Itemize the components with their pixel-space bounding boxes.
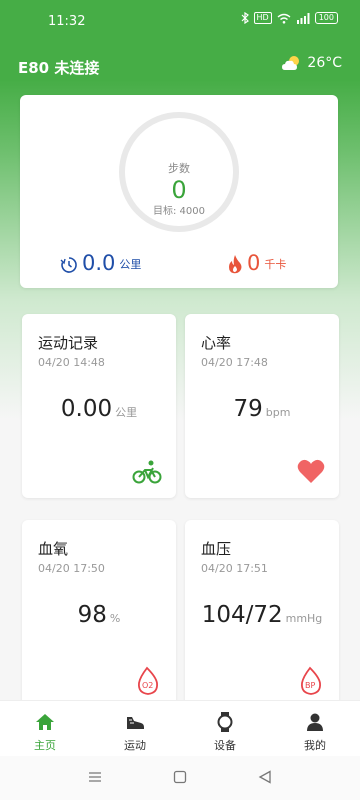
status-time: 11:32 — [48, 14, 86, 29]
battery-indicator: 100 — [314, 12, 338, 24]
calories-unit: 千卡 — [264, 258, 287, 271]
system-nav-bar — [0, 756, 360, 800]
tab-label: 主页 — [34, 739, 56, 752]
distance-value: 0.0 — [82, 251, 116, 275]
tile-title: 运动记录 — [38, 334, 99, 352]
calories-value: 0 — [247, 251, 261, 275]
tab-label: 设备 — [214, 739, 236, 752]
tile-value-number: 98 — [77, 602, 107, 628]
blood-oxygen-card[interactable]: 血氧 04/20 17:50 98% O2 — [22, 520, 176, 710]
watch-icon — [217, 712, 233, 732]
weather[interactable]: 26°C — [281, 55, 342, 71]
tile-value: 104/72 mmHg — [185, 602, 339, 628]
blood-oxygen-icon: O2 — [138, 666, 158, 695]
heart-icon — [297, 459, 325, 483]
tile-title: 血压 — [201, 540, 232, 558]
tab-device[interactable]: 设备 — [180, 701, 270, 757]
wifi-icon — [277, 13, 291, 24]
flame-icon — [229, 255, 242, 274]
status-icons: HD 100 — [241, 12, 338, 24]
tile-time: 04/20 17:48 — [201, 356, 268, 369]
heart-rate-card[interactable]: 心率 04/20 17:48 79 bpm — [185, 314, 339, 498]
activity-summary-card[interactable]: 步数 0 目标: 4000 0.0 公里 0 千卡 — [20, 95, 338, 288]
temperature: 26°C — [307, 55, 342, 71]
tile-value-unit: % — [109, 612, 121, 625]
person-icon — [307, 713, 323, 731]
bicycle-icon — [132, 460, 162, 484]
tab-sport[interactable]: 运动 — [90, 701, 180, 757]
bottom-tab-bar: 主页 运动 设备 我的 — [0, 700, 360, 757]
tile-value-number: 104/72 — [201, 602, 283, 628]
partly-cloudy-icon — [282, 56, 300, 70]
tile-value-unit: 公里 — [115, 406, 138, 419]
status-bar: 11:32 HD 100 — [0, 0, 360, 44]
tab-label: 我的 — [304, 739, 326, 752]
app-header: E80 未连接 26°C — [18, 55, 342, 79]
blood-pressure-card[interactable]: 血压 04/20 17:51 104/72 mmHg BP — [185, 520, 339, 710]
tile-value: 98% — [22, 602, 176, 628]
distance-unit: 公里 — [119, 258, 142, 271]
signal-icon — [296, 12, 310, 24]
tile-value-number: 0.00 — [60, 396, 113, 422]
tile-value: 79 bpm — [185, 396, 339, 422]
exercise-record-card[interactable]: 运动记录 04/20 14:48 0.00 公里 — [22, 314, 176, 498]
back-icon[interactable] — [258, 770, 272, 784]
distance-icon — [60, 257, 77, 273]
network-badge: HD — [253, 12, 272, 24]
home-button-icon[interactable] — [173, 770, 187, 784]
tile-value-number: 79 — [233, 396, 263, 422]
tile-value-unit: mmHg — [285, 612, 323, 625]
distance-stat: 0.0 公里 — [60, 253, 141, 274]
tile-value-unit: bpm — [265, 406, 291, 419]
tile-value: 0.00 公里 — [22, 396, 176, 422]
steps-ring: 步数 0 目标: 4000 — [119, 112, 239, 232]
bluetooth-icon — [241, 12, 249, 24]
tab-home[interactable]: 主页 — [0, 701, 90, 757]
tile-time: 04/20 17:50 — [38, 562, 105, 575]
tab-mine[interactable]: 我的 — [270, 701, 360, 757]
tab-label: 运动 — [124, 739, 146, 752]
svg-text:BP: BP — [305, 681, 315, 690]
calories-stat: 0 千卡 — [227, 253, 286, 274]
tile-time: 04/20 17:51 — [201, 562, 268, 575]
tile-title: 血氧 — [38, 540, 69, 558]
tile-title: 心率 — [201, 334, 232, 352]
sneaker-icon — [127, 717, 144, 729]
home-icon — [36, 714, 54, 730]
menu-icon[interactable] — [88, 770, 102, 784]
device-title[interactable]: E80 未连接 — [18, 57, 99, 78]
svg-text:O2: O2 — [142, 681, 153, 690]
steps-label: 步数 — [168, 162, 190, 175]
steps-value: 0 — [171, 176, 187, 204]
steps-goal: 目标: 4000 — [153, 206, 205, 217]
tile-time: 04/20 14:48 — [38, 356, 105, 369]
blood-pressure-icon: BP — [301, 666, 321, 695]
